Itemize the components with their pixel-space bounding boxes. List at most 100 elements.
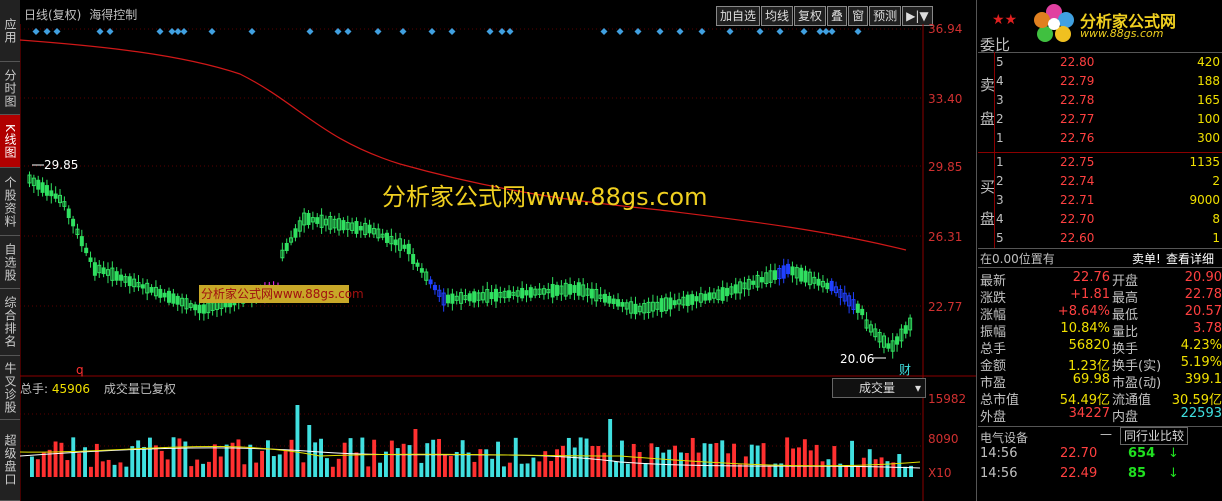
left-tab-5[interactable]: 自选股 <box>0 236 20 289</box>
flower-logo-icon <box>1034 4 1074 42</box>
volume-bar <box>100 461 105 477</box>
candle-body <box>119 274 124 281</box>
candle-body <box>694 296 699 302</box>
volume-bar <box>325 458 329 477</box>
industry-compare-button[interactable]: 同行业比较 <box>1120 427 1189 445</box>
left-tab-1[interactable]: 应用 <box>0 0 20 62</box>
view-detail-link[interactable]: 查看详细 <box>1166 250 1214 267</box>
candle-body <box>411 254 416 264</box>
buy-label-1: 买 <box>980 178 996 196</box>
candle-body <box>84 247 89 254</box>
sell-order-volume: 165 <box>1197 93 1220 107</box>
candle-body <box>528 287 533 298</box>
volume-bar <box>555 449 559 477</box>
toolbar-button-1[interactable]: 加自选 <box>716 6 761 26</box>
tick-price: 22.49 <box>1060 466 1098 481</box>
buy-order-price: 22.71 <box>1060 193 1095 207</box>
signal-diamond <box>828 28 836 35</box>
left-tab-bar: 应用 分时图 K线图 个股资料 自选股 综合排名 牛叉诊股 超级盘口 <box>0 0 20 501</box>
candle-body <box>507 290 512 299</box>
left-tab-3[interactable]: K线图 <box>0 115 20 168</box>
candle-body <box>668 297 673 310</box>
quote-stat-row: 市盈 69.98 市盈(动) 399.1 <box>980 372 1222 391</box>
volume-bar <box>460 440 465 477</box>
candle-body <box>550 283 555 298</box>
toolbar-button-2[interactable]: 均线 <box>761 6 794 26</box>
candle-body <box>44 185 49 196</box>
signal-diamond <box>656 28 664 35</box>
arrow-down-icon: ↓ <box>1168 466 1179 481</box>
volume-bar <box>201 463 205 477</box>
left-tab-7[interactable]: 牛叉诊股 <box>0 356 20 420</box>
toolbar-button-6[interactable]: 预测 <box>869 6 902 26</box>
volume-bar <box>425 443 430 477</box>
buy-order-volume: 9000 <box>1189 193 1220 207</box>
volume-bar <box>94 443 99 477</box>
price-axis-label: 36.94 <box>928 22 963 36</box>
candle-body <box>799 267 804 282</box>
volume-bar <box>118 462 123 477</box>
quote-stat-row: 振幅 10.84% 量比 3.78 <box>980 321 1222 340</box>
volume-bar <box>726 453 731 477</box>
sell-order-level: 1 <box>996 131 1004 145</box>
volume-bar <box>667 449 672 477</box>
toolbar-button-4[interactable]: 叠 <box>827 6 848 26</box>
candle-body <box>611 298 616 305</box>
arrow-down-icon: ↓ <box>1168 446 1179 461</box>
volume-bar <box>148 437 152 477</box>
volume-bar <box>743 456 748 477</box>
toolbar-button-3[interactable]: 复权 <box>794 6 827 26</box>
candle-body <box>672 300 677 306</box>
sell-order-volume: 188 <box>1197 74 1220 88</box>
volume-bar <box>767 465 772 477</box>
left-tab-6[interactable]: 综合排名 <box>0 289 20 356</box>
sell-order-volume: 420 <box>1197 55 1220 69</box>
volume-indicator-dropdown[interactable]: 成交量 ▾ <box>832 378 926 398</box>
sell-order-level: 4 <box>996 74 1004 88</box>
divider <box>978 52 1222 53</box>
kline-chart[interactable]: 29.85 20.06 财 q <box>20 24 976 501</box>
volume-bar <box>130 446 135 477</box>
candle-body <box>524 290 529 296</box>
toolbar-button-5[interactable]: 窗 <box>848 6 869 26</box>
signal-diamond <box>208 28 216 35</box>
buy-order-level: 3 <box>996 193 1004 207</box>
sell-order-price: 22.77 <box>1060 112 1095 126</box>
volume-bar <box>248 444 253 477</box>
volume-bar <box>856 466 860 477</box>
volume-bar <box>271 456 276 477</box>
signal-diamond <box>180 28 188 35</box>
left-tab-4[interactable]: 个股资料 <box>0 168 20 236</box>
chart-period[interactable]: 日线(复权) <box>24 8 81 22</box>
volume-bar <box>814 444 819 477</box>
candle-body <box>53 193 58 199</box>
volume-bar <box>389 440 394 477</box>
buy-order-row: 4 22.70 8 <box>996 212 1222 229</box>
quote-stat-v1: +8.64% <box>1057 304 1110 319</box>
left-tab-8[interactable]: 超级盘口 <box>0 420 20 501</box>
volume-bar <box>903 466 908 477</box>
volume-bar <box>295 405 300 477</box>
volume-bar <box>755 445 760 477</box>
candle-body <box>393 239 398 246</box>
quote-stat-v1: 56820 <box>1068 338 1110 353</box>
signal-diamond <box>96 28 104 35</box>
signal-diamond <box>344 28 352 35</box>
chart-indicator[interactable]: 海得控制 <box>89 8 137 22</box>
volume-bar <box>395 448 400 477</box>
candle-body <box>589 288 594 299</box>
volume-bar <box>572 447 577 477</box>
position-text: 在0.00位置有 <box>980 252 1055 266</box>
volume-bar <box>212 444 217 477</box>
minus-icon[interactable]: — <box>1100 427 1112 441</box>
left-tab-2[interactable]: 分时图 <box>0 62 20 115</box>
volume-bar <box>195 459 200 477</box>
candle-body <box>114 271 119 281</box>
volume-bar <box>260 450 264 477</box>
candle-body <box>415 262 420 267</box>
sell-order-link[interactable]: 卖单! <box>1132 250 1161 267</box>
candle-body <box>446 294 451 304</box>
tick-header: 电气设备 同行业比较 — <box>978 426 1222 445</box>
candle-body <box>367 224 372 234</box>
industry-name: 电气设备 <box>980 431 1029 445</box>
